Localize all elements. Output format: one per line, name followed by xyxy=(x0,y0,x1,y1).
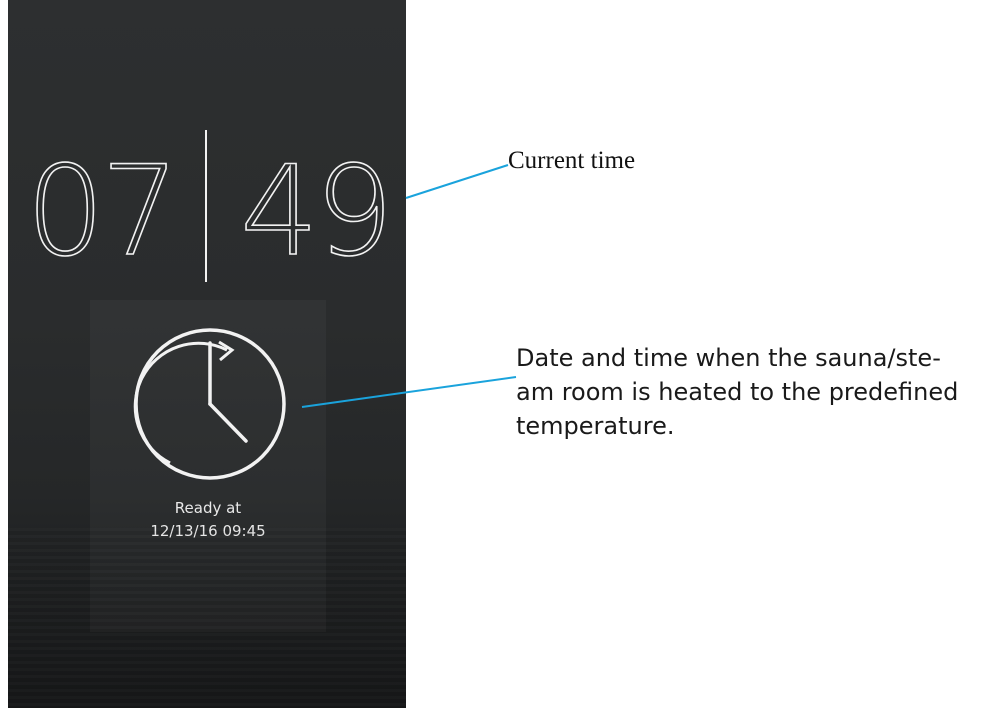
current-time-callout: Current time xyxy=(508,147,636,174)
ready-at-datetime: 12/13/16 09:45 xyxy=(150,522,266,540)
schedule-clock-icon xyxy=(133,328,286,480)
ready-time-callout: Date and time when the sauna/ste- am roo… xyxy=(516,341,996,443)
time-minutes: 49 xyxy=(239,140,394,284)
current-time-callout-line xyxy=(405,164,509,199)
time-divider xyxy=(205,130,207,282)
ready-at-panel[interactable]: Ready at 12/13/16 09:45 xyxy=(90,300,326,632)
time-hours: 07 xyxy=(25,140,180,284)
device-screen: 07 49 Ready at 12/13/16 09:45 xyxy=(8,0,406,708)
current-time-display: 07 49 xyxy=(8,130,406,285)
ready-callout-line-1: Date and time when the sauna/ste- xyxy=(516,344,941,372)
ready-callout-line-3: temperature. xyxy=(516,412,675,440)
ready-at-label: Ready at xyxy=(174,499,242,517)
ready-callout-line-2: am room is heated to the predefined xyxy=(516,378,959,406)
